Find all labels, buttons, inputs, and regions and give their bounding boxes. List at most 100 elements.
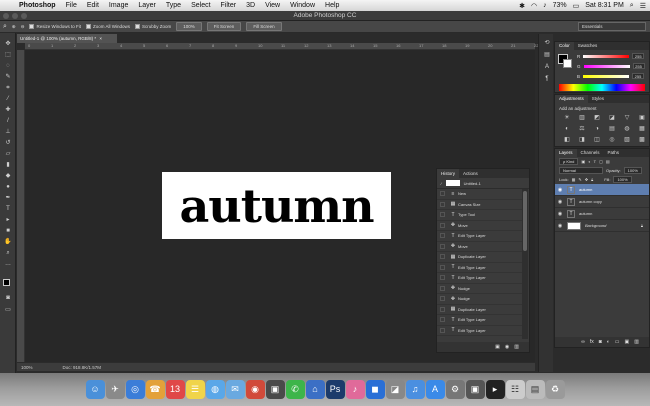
screen-mode-icon[interactable]: ▭ (3, 307, 13, 314)
battery-percent[interactable]: 73% (553, 2, 567, 9)
new-group-icon[interactable]: ▭ (615, 339, 620, 345)
menu-select[interactable]: Select (186, 2, 215, 9)
lock-image-icon[interactable]: ✎ (578, 177, 581, 182)
delete-layer-icon[interactable]: ▥ (634, 339, 639, 345)
layer-row[interactable]: ◉ Background 🔒︎ (555, 220, 649, 232)
document-canvas[interactable]: autumn (162, 172, 391, 239)
dock-app-icon[interactable]: Ps (325, 380, 345, 399)
shape-tool-icon[interactable]: ■ (3, 228, 13, 235)
green-slider[interactable] (583, 64, 630, 68)
tab-layers[interactable]: Layers (555, 149, 577, 157)
adjustment-icon[interactable]: ◎ (606, 136, 618, 144)
dock-app-icon[interactable]: A (425, 380, 445, 399)
dock-app-icon[interactable]: ☎ (145, 380, 165, 399)
adjustment-icon[interactable]: ◧ (561, 136, 573, 144)
tab-styles[interactable]: Styles (588, 95, 608, 103)
layer-style-icon[interactable]: fx (590, 339, 594, 345)
dock-app-icon[interactable]: ◉ (245, 380, 265, 399)
new-layer-icon[interactable]: ▣ (625, 339, 630, 345)
battery-icon[interactable]: ▭ (573, 2, 580, 10)
type-tool-icon[interactable]: T (3, 206, 13, 213)
filter-shape-icon[interactable]: ▢ (599, 159, 603, 164)
history-scroll-thumb[interactable] (523, 191, 527, 251)
dock-app-icon[interactable]: ⚙ (445, 380, 465, 399)
menu-app-name[interactable]: Photoshop (14, 2, 61, 9)
history-source-checkbox[interactable] (440, 327, 445, 333)
delete-state-icon[interactable]: ▥ (514, 344, 519, 350)
dock-app-icon[interactable]: ☷ (505, 380, 525, 399)
notification-center-icon[interactable]: ☰ (640, 2, 646, 10)
eyedropper-tool-icon[interactable]: ⁄ (3, 96, 13, 103)
dock-app-icon[interactable]: ▸ (485, 380, 505, 399)
tab-color[interactable]: Color (555, 42, 574, 50)
adjustment-icon[interactable]: ▣ (636, 114, 648, 122)
menu-filter[interactable]: Filter (216, 2, 242, 9)
history-source-checkbox[interactable] (440, 306, 445, 312)
clock[interactable]: Sat 8:31 PM (585, 2, 624, 9)
adjustment-icon[interactable]: ▦ (636, 125, 648, 133)
marquee-tool-icon[interactable]: ⬚ (3, 52, 13, 59)
adjustment-icon[interactable]: ◪ (606, 114, 618, 122)
opacity-input[interactable]: 100% (623, 167, 642, 174)
menu-file[interactable]: File (61, 2, 82, 9)
blue-value-input[interactable]: 255 (632, 73, 645, 79)
layer-visibility-eye-icon[interactable]: ◉ (557, 199, 563, 205)
dock-app-icon[interactable]: ◪ (385, 380, 405, 399)
more-tools-icon[interactable]: … (3, 261, 13, 268)
doc-size-info[interactable]: Doc: 918.8K/1.57M (63, 365, 102, 370)
layer-name[interactable]: autumn copy (579, 199, 602, 204)
dock-app-icon[interactable]: ▣ (265, 380, 285, 399)
layer-kind-filter[interactable]: ρ Kind (559, 158, 579, 165)
dock-app-icon[interactable]: ♫ (405, 380, 425, 399)
history-source-checkbox[interactable] (440, 201, 445, 207)
adjustment-icon[interactable]: ▤ (606, 125, 618, 133)
menu-3d[interactable]: 3D (241, 2, 260, 9)
healing-tool-icon[interactable]: ✚ (3, 107, 13, 114)
green-value-input[interactable]: 255 (632, 63, 645, 69)
dock-app-icon[interactable]: ▤ (525, 380, 545, 399)
layer-row[interactable]: ◉ Tautumn (555, 184, 649, 196)
history-snapshot[interactable]: ⁄ Untitled-1 (437, 178, 529, 189)
character-panel-icon[interactable]: A (542, 64, 552, 71)
fill-input[interactable]: 100% (613, 176, 632, 183)
link-layers-icon[interactable]: ∞ (581, 339, 585, 345)
crop-tool-icon[interactable]: ⌗ (3, 85, 13, 92)
properties-panel-icon[interactable]: ▤ (542, 52, 552, 59)
dodge-tool-icon[interactable]: ● (3, 184, 13, 191)
color-bg-swatch[interactable] (563, 59, 572, 68)
history-state[interactable]: ▦ Duplicate Layer (437, 252, 523, 263)
menu-window[interactable]: Window (285, 2, 320, 9)
zoom-level[interactable]: 100% (21, 365, 33, 370)
eraser-tool-icon[interactable]: ▱ (3, 151, 13, 158)
dock-app-icon[interactable]: ✆ (285, 380, 305, 399)
history-state[interactable]: T Type Tool (437, 210, 523, 221)
dock-app-icon[interactable]: ▣ (465, 380, 485, 399)
lock-all-icon[interactable]: 🔒︎ (591, 177, 593, 182)
clone-stamp-tool-icon[interactable]: ⊥ (3, 129, 13, 136)
dock-app-icon[interactable]: ◍ (205, 380, 225, 399)
tab-swatches[interactable]: Swatches (574, 42, 602, 50)
dock-app-icon[interactable]: ♪ (345, 380, 365, 399)
layer-visibility-eye-icon[interactable]: ◉ (557, 187, 563, 193)
add-mask-icon[interactable]: ◙ (599, 339, 602, 345)
dock-app-icon[interactable]: ◎ (125, 380, 145, 399)
zoom-out-icon[interactable]: ⊖ (21, 24, 25, 30)
history-state[interactable]: T Edit Type Layer (437, 263, 523, 273)
dock-app-icon[interactable]: ⌂ (305, 380, 325, 399)
paragraph-panel-icon[interactable]: ¶ (542, 76, 552, 83)
history-source-checkbox[interactable] (440, 296, 445, 302)
adjustment-icon[interactable]: ◫ (591, 136, 603, 144)
new-adjustment-layer-icon[interactable]: ◐ (607, 339, 610, 345)
resize-windows-checkbox[interactable]: Resize Windows to Fit (29, 24, 81, 29)
menu-edit[interactable]: Edit (82, 2, 104, 9)
history-source-checkbox[interactable] (440, 264, 445, 270)
history-brush-source-icon[interactable]: ⁄ (441, 181, 442, 186)
document-tab[interactable]: Untitled-1 @ 100% (autumn, RGB/8) * × (17, 34, 117, 43)
minimize-window-button[interactable] (12, 13, 18, 19)
dock-app-icon[interactable]: 13 (165, 380, 185, 399)
history-state[interactable]: ✥ Move (437, 221, 523, 231)
adjustment-icon[interactable]: ☀ (561, 114, 573, 122)
history-state[interactable]: ▦ Duplicate Layer (437, 305, 523, 315)
zoom-window-button[interactable] (21, 13, 27, 19)
fill-screen-button[interactable]: Fill Screen (246, 22, 282, 31)
